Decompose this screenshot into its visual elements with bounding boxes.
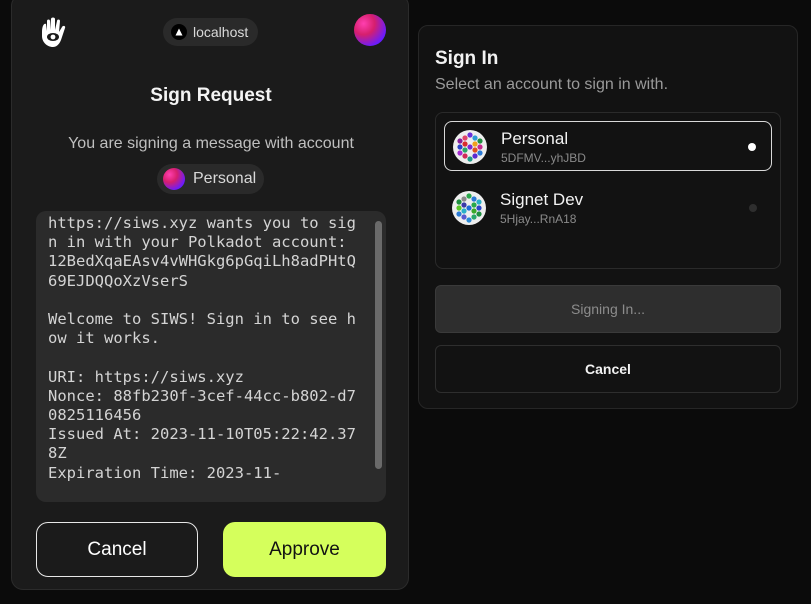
account-address: 5Hjay...RnA18 (500, 212, 577, 226)
page-title: Sign Request (150, 85, 272, 106)
sign-in-card: Sign In Select an account to sign in wit… (418, 25, 798, 409)
account-list: Personal 5DFMV...yhJBD Signet Dev 5Hjay.… (435, 112, 781, 269)
message-text: https://siws.xyz wants you to sign in wi… (48, 214, 356, 482)
account-name: Personal (193, 170, 257, 187)
account-option-signet-dev[interactable]: Signet Dev 5Hjay...RnA18 (444, 183, 772, 233)
account-name: Signet Dev (500, 190, 584, 209)
message-scrollbar[interactable] (375, 221, 382, 469)
signing-description: You are signing a message with account (68, 135, 354, 152)
account-avatar-small (163, 168, 185, 190)
talisman-hand-logo-icon (42, 17, 66, 47)
sign-in-subtitle: Select an account to sign in with. (435, 76, 669, 93)
site-icon (171, 24, 187, 40)
polkadot-identicon-icon (453, 130, 487, 164)
unselected-indicator (749, 204, 757, 212)
sign-request-popup: localhost Sign Request You are signing a… (11, 0, 409, 590)
signing-in-button[interactable]: Signing In... (435, 285, 781, 333)
polkadot-identicon-icon (452, 191, 486, 225)
account-name: Personal (501, 129, 569, 148)
cancel-button[interactable]: Cancel (435, 345, 781, 393)
selected-indicator (748, 143, 756, 151)
account-pill: Personal (157, 164, 265, 194)
account-avatar[interactable] (354, 14, 386, 46)
account-address: 5DFMV...yhJBD (501, 151, 586, 165)
cancel-button[interactable]: Cancel (36, 522, 198, 577)
host-label: localhost (193, 24, 249, 40)
account-option-personal[interactable]: Personal 5DFMV...yhJBD (444, 121, 772, 171)
approve-button[interactable]: Approve (223, 522, 386, 577)
sign-in-title: Sign In (435, 48, 499, 69)
host-pill: localhost (163, 18, 259, 46)
message-box[interactable]: https://siws.xyz wants you to sign in wi… (36, 211, 386, 502)
